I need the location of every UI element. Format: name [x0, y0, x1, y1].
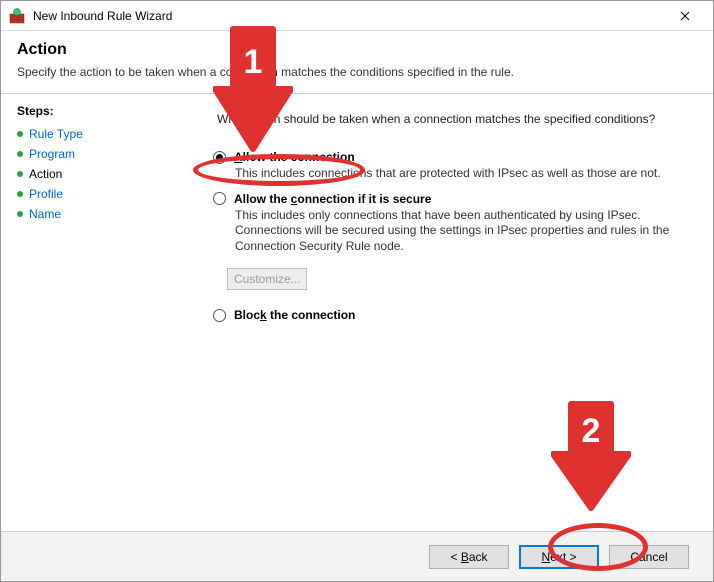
steps-sidebar: Steps: Rule Type Program Action Profile Name [1, 94, 181, 531]
bullet-icon [17, 211, 23, 217]
steps-heading: Steps: [17, 104, 169, 118]
option-description: This includes connections that are prote… [235, 166, 675, 182]
option-label: Allow the connection if it is secure [234, 192, 431, 206]
customize-button: Customize... [227, 268, 307, 290]
radio-button[interactable] [213, 192, 226, 205]
wizard-content: What action should be taken when a conne… [181, 94, 713, 531]
step-label: Rule Type [29, 127, 83, 141]
action-prompt: What action should be taken when a conne… [217, 112, 689, 126]
back-button[interactable]: < Back [429, 545, 509, 569]
step-label: Action [29, 167, 62, 181]
page-title: Action [17, 41, 697, 59]
action-option-0: Allow the connection This includes connec… [205, 150, 689, 182]
option-label: Block the connection [234, 308, 355, 322]
wizard-body: Steps: Rule Type Program Action Profile Name… [1, 94, 713, 531]
action-option-1: Allow the connection if it is secure This… [205, 192, 689, 255]
firewall-app-icon [9, 8, 25, 24]
radio-button[interactable] [213, 309, 226, 322]
option-row[interactable]: Allow the connection [213, 150, 689, 164]
bullet-icon [17, 191, 23, 197]
option-label: Allow the connection [234, 150, 355, 164]
titlebar: New Inbound Rule Wizard [1, 1, 713, 31]
sidebar-step-action[interactable]: Action [17, 164, 169, 184]
close-button[interactable] [665, 1, 705, 30]
step-label: Profile [29, 187, 63, 201]
sidebar-step-program[interactable]: Program [17, 144, 169, 164]
option-description: This includes only connections that have… [235, 208, 675, 255]
option-row[interactable]: Allow the connection if it is secure [213, 192, 689, 206]
sidebar-step-name[interactable]: Name [17, 204, 169, 224]
cancel-button[interactable]: Cancel [609, 545, 689, 569]
radio-button[interactable] [213, 151, 226, 164]
bullet-icon [17, 151, 23, 157]
close-icon [680, 11, 690, 21]
wizard-window: New Inbound Rule Wizard Action Specify t… [0, 0, 714, 582]
bullet-icon [17, 171, 23, 177]
option-row[interactable]: Block the connection [213, 308, 689, 322]
bullet-icon [17, 131, 23, 137]
step-label: Program [29, 147, 75, 161]
sidebar-step-rule-type[interactable]: Rule Type [17, 124, 169, 144]
page-subtitle: Specify the action to be taken when a co… [17, 65, 697, 79]
next-button[interactable]: Next > [519, 545, 599, 569]
button-bar: < Back Next > Cancel [1, 531, 713, 581]
wizard-header: Action Specify the action to be taken wh… [1, 31, 713, 94]
window-title: New Inbound Rule Wizard [33, 9, 665, 23]
step-label: Name [29, 207, 61, 221]
sidebar-step-profile[interactable]: Profile [17, 184, 169, 204]
action-option-2: Block the connection [205, 308, 689, 322]
